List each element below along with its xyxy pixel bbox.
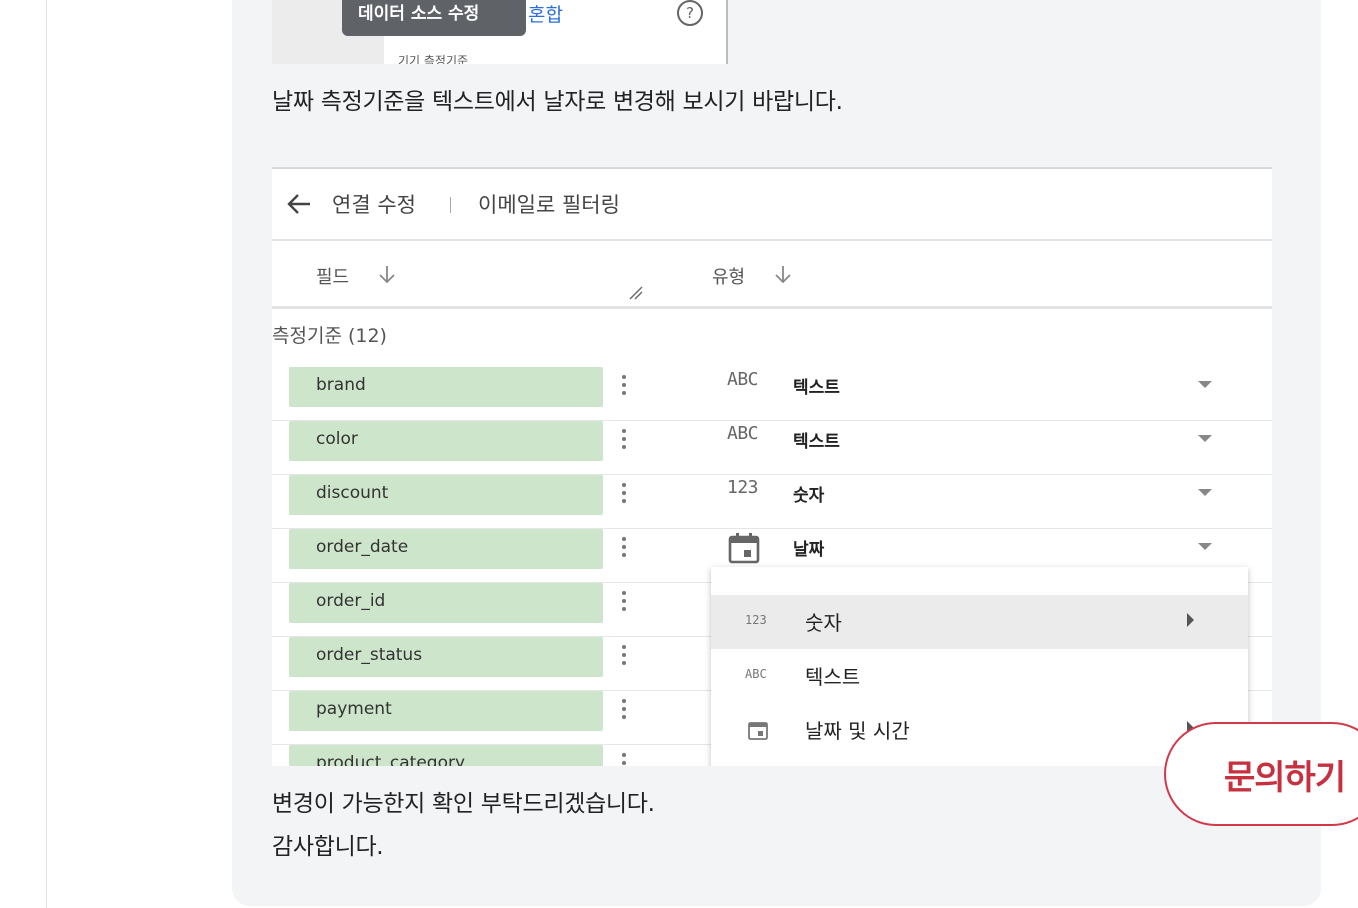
more-vert-icon[interactable] <box>618 479 630 509</box>
type-column-label: 유형 <box>712 267 746 288</box>
more-vert-icon[interactable] <box>618 695 630 725</box>
field-chip[interactable]: order_status <box>289 637 603 677</box>
number-type-icon: 123 <box>727 477 759 498</box>
abc-type-icon: ABC <box>727 423 759 444</box>
menu-item-label: 텍스트 <box>805 665 861 689</box>
field-chip[interactable]: brand <box>289 367 603 407</box>
abc-type-icon: ABC <box>745 667 767 681</box>
type-label[interactable]: 텍스트 <box>793 373 840 398</box>
faint-text: 기기 측정기준 <box>398 54 469 64</box>
menu-item-text[interactable]: ABC 텍스트 <box>711 649 1248 703</box>
abc-type-icon: ABC <box>727 369 759 390</box>
field-chip[interactable]: order_id <box>289 583 603 623</box>
field-editor-screenshot: 연결 수정 이메일로 필터링 필드 유형 측정기준 (12) brand ABC… <box>272 167 1272 766</box>
chevron-down-icon[interactable] <box>1198 381 1212 388</box>
edit-connection-link: 연결 수정 <box>332 193 416 217</box>
table-row: discount 123 숫자 <box>272 475 1272 529</box>
sort-down-icon <box>775 266 791 284</box>
help-icon: ? <box>677 0 703 26</box>
menu-item-datetime[interactable]: 날짜 및 시간 <box>711 703 1248 757</box>
table-row: color ABC 텍스트 <box>272 421 1272 475</box>
type-label[interactable]: 숫자 <box>793 481 824 506</box>
menu-item-label: 숫자 <box>805 611 842 635</box>
left-divider <box>46 0 47 908</box>
filter-by-email-link: 이메일로 필터링 <box>478 193 620 217</box>
back-arrow-icon <box>287 194 310 214</box>
chevron-down-icon[interactable] <box>1198 543 1212 550</box>
field-chip[interactable]: product_category <box>289 745 603 766</box>
thanks-text: 감사합니다. <box>272 834 384 860</box>
editor-header: 연결 수정 이메일로 필터링 <box>272 169 1272 241</box>
more-vert-icon[interactable] <box>618 425 630 455</box>
field-chip[interactable]: color <box>289 421 603 461</box>
menu-item-label: 날짜 및 시간 <box>805 719 910 743</box>
table-row: brand ABC 텍스트 <box>272 367 1272 421</box>
inquiry-button-label: 문의하기 <box>1224 758 1346 798</box>
more-vert-icon[interactable] <box>618 587 630 617</box>
calendar-icon <box>728 533 760 564</box>
number-type-icon: 123 <box>745 613 767 627</box>
type-dropdown-menu: 123 숫자 ABC 텍스트 날짜 및 시간 <box>711 567 1248 766</box>
confirm-text: 변경이 가능한지 확인 부탁드리겠습니다. <box>272 791 655 817</box>
column-resize-icon <box>629 286 643 300</box>
more-vert-icon[interactable] <box>618 533 630 563</box>
field-chip[interactable]: order_date <box>289 529 603 569</box>
menu-item-number[interactable]: 123 숫자 <box>711 595 1248 649</box>
edit-data-source-tooltip: 데이터 소스 수정 <box>342 0 526 36</box>
field-chip[interactable]: payment <box>289 691 603 731</box>
type-label[interactable]: 날짜 <box>793 535 824 560</box>
chevron-right-icon <box>1187 613 1194 627</box>
field-column-label: 필드 <box>316 267 350 288</box>
sort-down-icon <box>379 266 395 284</box>
more-vert-icon[interactable] <box>618 641 630 671</box>
chevron-down-icon[interactable] <box>1198 435 1212 442</box>
more-vert-icon[interactable] <box>618 371 630 401</box>
more-vert-icon[interactable] <box>618 749 630 766</box>
dimension-section-label: 측정기준 (12) <box>272 325 387 347</box>
inquiry-button[interactable]: 문의하기 <box>1164 722 1358 826</box>
header-separator <box>450 197 451 213</box>
type-label[interactable]: 텍스트 <box>793 427 840 452</box>
blend-link: 혼합 <box>528 4 563 26</box>
field-chip[interactable]: discount <box>289 475 603 515</box>
column-header: 필드 유형 <box>272 241 1272 309</box>
instruction-text: 날짜 측정기준을 텍스트에서 날자로 변경해 보시기 바랍니다. <box>272 89 843 115</box>
calendar-icon <box>748 722 768 740</box>
chevron-down-icon[interactable] <box>1198 489 1212 496</box>
